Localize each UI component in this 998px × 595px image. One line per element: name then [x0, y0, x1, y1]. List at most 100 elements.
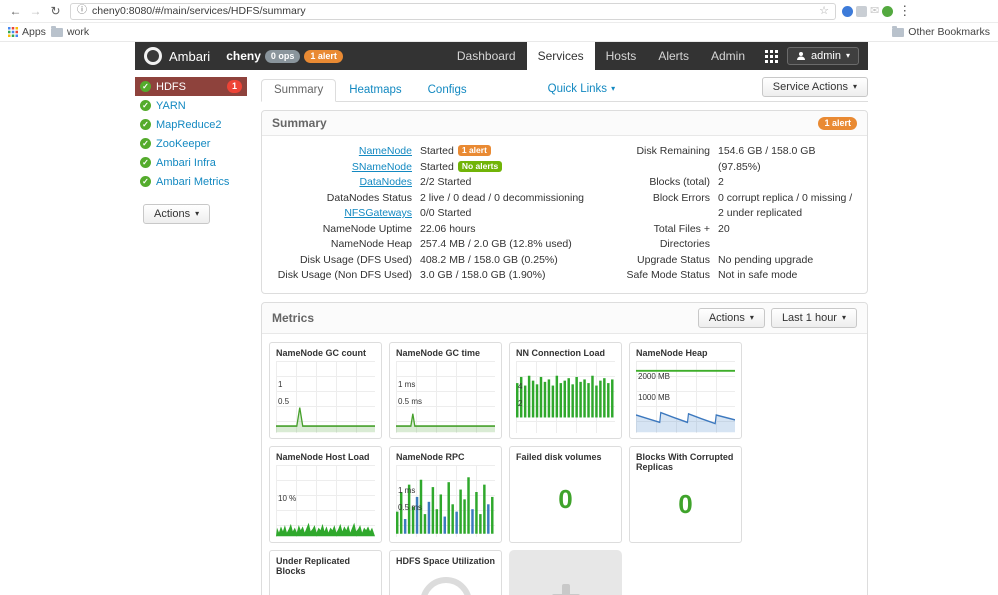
metric-tile-hdfs-space-utilization[interactable]: HDFS Space Utilization 0%	[389, 550, 502, 595]
metric-tile-nn-connection-load[interactable]: NN Connection Load 4 2	[509, 342, 622, 439]
sidebar-item-zookeeper[interactable]: ✓ ZooKeeper	[135, 134, 247, 153]
sidebar-actions-button[interactable]: Actions ▾	[143, 204, 210, 224]
service-ok-icon: ✓	[140, 81, 151, 92]
metric-title: Blocks With Corrupted Replicas	[636, 452, 735, 474]
metric-title: NameNode RPC	[396, 452, 495, 463]
extension-icon-green[interactable]	[882, 6, 893, 17]
ambari-logo-icon[interactable]	[144, 47, 162, 65]
y-axis-label: 0.5	[278, 398, 289, 406]
metric-title: NameNode GC time	[396, 348, 495, 359]
bookmark-apps[interactable]: Apps	[8, 26, 46, 38]
refresh-icon[interactable]: ↻	[47, 3, 64, 20]
metrics-actions-button[interactable]: Actions▾	[698, 308, 765, 328]
namenode-link[interactable]: NameNode	[272, 144, 412, 160]
metric-tile-namenode-gc-time[interactable]: NameNode GC time 1 ms 0.5 ms	[389, 342, 502, 439]
metric-title: NameNode Heap	[636, 348, 735, 359]
browser-chrome: ← → ↻ ⓘ cheny0:8080/#/main/services/HDFS…	[0, 0, 998, 42]
bookmark-work-folder[interactable]: work	[51, 26, 89, 38]
extension-icon-mail[interactable]: ✉	[870, 6, 879, 17]
add-widget-tile[interactable]	[509, 550, 622, 595]
nav-alerts[interactable]: Alerts	[647, 42, 700, 70]
summary-row: Total Files + Directories20	[602, 222, 857, 253]
summary-label: Disk Usage (DFS Used)	[272, 253, 412, 269]
alerts-badge[interactable]: 1 alert	[304, 50, 343, 63]
service-alert-count-badge: 1	[227, 80, 242, 93]
summary-alert-badge[interactable]: 1 alert	[818, 117, 857, 130]
service-tabs: Summary Heatmaps Configs Quick Links ▾ S…	[261, 77, 868, 102]
nav-dashboard[interactable]: Dashboard	[446, 42, 527, 70]
sidebar-item-yarn[interactable]: ✓ YARN	[135, 96, 247, 115]
nfsgateways-link[interactable]: NFSGateways	[272, 206, 412, 222]
summary-value: Started1 alert	[420, 144, 602, 160]
metric-tile-blocks-with-corrupted-replicas[interactable]: Blocks With Corrupted Replicas 0	[629, 446, 742, 543]
caret-down-icon: ▾	[195, 210, 199, 218]
ops-badge[interactable]: 0 ops	[265, 50, 301, 63]
cluster-name[interactable]: cheny	[226, 49, 261, 63]
summary-label: Block Errors	[602, 191, 710, 222]
sidebar-item-hdfs[interactable]: ✓ HDFS 1	[135, 77, 247, 96]
metric-title: HDFS Space Utilization	[396, 556, 495, 567]
cluster-info: cheny 0 ops 1 alert	[226, 49, 343, 63]
back-icon[interactable]: ←	[7, 3, 24, 20]
time-range-button[interactable]: Last 1 hour▾	[771, 308, 857, 328]
address-bar[interactable]: ⓘ cheny0:8080/#/main/services/HDFS/summa…	[70, 3, 836, 20]
page-info-icon[interactable]: ⓘ	[77, 6, 87, 16]
summary-label: Total Files + Directories	[602, 222, 710, 253]
metric-chart: 4 2	[516, 361, 615, 432]
service-label: MapReduce2	[156, 119, 221, 131]
extension-icon-blue[interactable]	[842, 6, 853, 17]
sidebar-item-ambari-infra[interactable]: ✓ Ambari Infra	[135, 153, 247, 172]
bookmark-work-label: work	[67, 26, 89, 38]
summary-row: DataNodes2/2 Started	[272, 175, 602, 191]
snamenode-link[interactable]: SNameNode	[272, 160, 412, 176]
metric-chart: 1 ms 0.5 ms	[396, 465, 495, 536]
nav-hosts[interactable]: Hosts	[595, 42, 648, 70]
summary-label: Safe Mode Status	[602, 268, 710, 284]
nav-admin[interactable]: Admin	[700, 42, 756, 70]
metric-tile-namenode-heap[interactable]: NameNode Heap 2000 MB 1000 MB	[629, 342, 742, 439]
service-main-area: Summary Heatmaps Configs Quick Links ▾ S…	[261, 77, 868, 595]
summary-row: Disk Usage (DFS Used)408.2 MB / 158.0 GB…	[272, 253, 602, 269]
caret-down-icon: ▾	[750, 314, 754, 322]
caret-down-icon: ▾	[842, 314, 846, 322]
metric-title: Failed disk volumes	[516, 452, 615, 463]
summary-body: NameNodeStarted1 alert SNameNodeStartedN…	[262, 136, 867, 293]
service-actions-button[interactable]: Service Actions ▾	[762, 77, 868, 97]
summary-value: 3.0 GB / 158.0 GB (1.90%)	[420, 268, 602, 284]
metric-tile-failed-disk-volumes[interactable]: Failed disk volumes 0	[509, 446, 622, 543]
y-axis-label: 4	[518, 383, 522, 391]
metric-tile-under-replicated-blocks[interactable]: Under Replicated Blocks 2	[269, 550, 382, 595]
extension-icon-page[interactable]	[856, 6, 867, 17]
gauge: 0%	[396, 566, 495, 595]
caret-down-icon: ▾	[853, 83, 857, 91]
other-bookmarks[interactable]: Other Bookmarks	[892, 26, 990, 38]
summary-row: NameNode Uptime22.06 hours	[272, 222, 602, 238]
tab-configs[interactable]: Configs	[415, 79, 480, 102]
alert-badge[interactable]: 1 alert	[458, 145, 491, 156]
no-alerts-badge[interactable]: No alerts	[458, 161, 502, 172]
summary-panel-header: Summary 1 alert	[262, 111, 867, 136]
datanodes-link[interactable]: DataNodes	[272, 175, 412, 191]
browser-menu-icon[interactable]: ⋮	[896, 3, 913, 19]
sidebar-item-mapreduce2[interactable]: ✓ MapReduce2	[135, 115, 247, 134]
metric-tile-namenode-host-load[interactable]: NameNode Host Load 10 %	[269, 446, 382, 543]
metric-tile-namenode-gc-count[interactable]: NameNode GC count 1 0.5	[269, 342, 382, 439]
service-label: YARN	[156, 100, 186, 112]
brand-name: Ambari	[169, 49, 210, 64]
metric-title: NN Connection Load	[516, 348, 615, 359]
sidebar-item-ambari-metrics[interactable]: ✓ Ambari Metrics	[135, 172, 247, 191]
metric-tile-namenode-rpc[interactable]: NameNode RPC 1 ms 0.5 ms	[389, 446, 502, 543]
bookmark-star-icon[interactable]: ☆	[819, 6, 829, 17]
y-axis-label: 1 ms	[398, 487, 415, 495]
metric-chart: 1 0.5	[276, 361, 375, 432]
nav-services[interactable]: Services	[527, 42, 595, 70]
y-axis-label: 2000 MB	[638, 373, 670, 381]
tab-summary[interactable]: Summary	[261, 79, 336, 102]
forward-icon[interactable]: →	[27, 3, 44, 20]
summary-row: Blocks (total)2	[602, 175, 857, 191]
quick-links-dropdown[interactable]: Quick Links ▾	[548, 83, 615, 101]
tab-heatmaps[interactable]: Heatmaps	[336, 79, 414, 102]
summary-row: Upgrade StatusNo pending upgrade	[602, 253, 857, 269]
views-grid-icon[interactable]	[765, 50, 778, 63]
user-menu-button[interactable]: admin ▾	[787, 47, 859, 65]
